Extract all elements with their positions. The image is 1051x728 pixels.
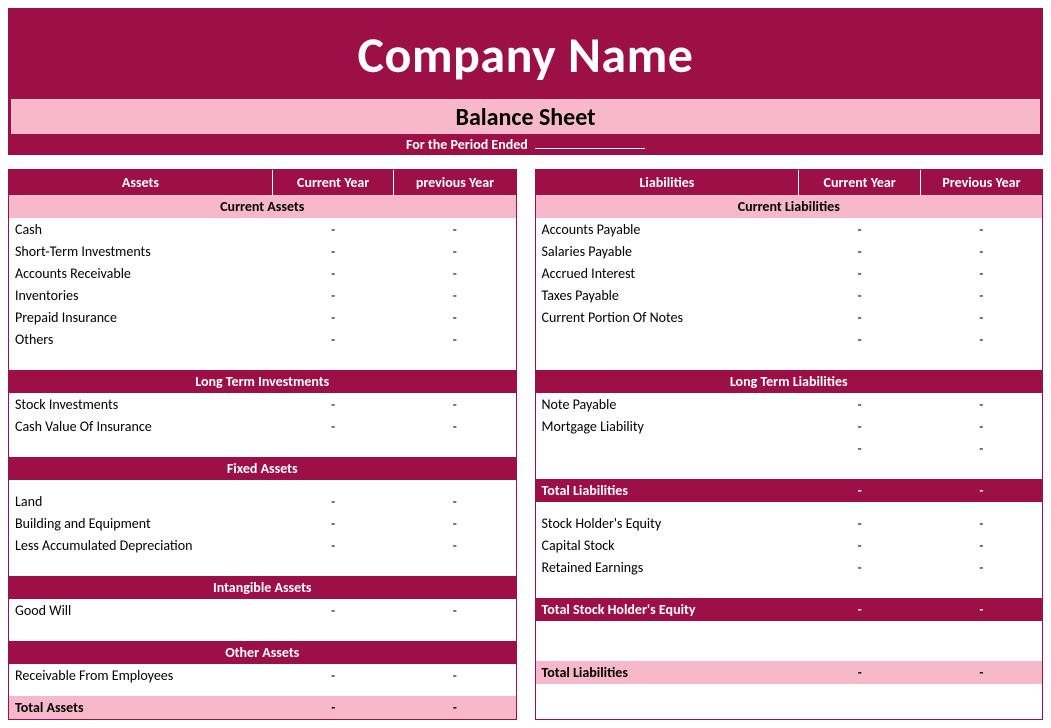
table-row: Short-Term Investments-- xyxy=(9,240,516,262)
liabilities-header-previous: Previous Year xyxy=(920,170,1042,195)
assets-table: Assets Current Year previous Year Curren… xyxy=(9,170,516,719)
liabilities-table: Liabilities Current Year Previous Year C… xyxy=(536,170,1043,684)
table-row: Land-- xyxy=(9,490,516,512)
table-row: Accrued Interest-- xyxy=(536,262,1043,284)
table-row: Salaries Payable-- xyxy=(536,240,1043,262)
table-row: Taxes Payable-- xyxy=(536,284,1043,306)
section-current-liabilities: Current Liabilities xyxy=(536,195,1043,218)
subtitle-bar: Balance Sheet xyxy=(8,99,1043,134)
table-row: Accounts Receivable-- xyxy=(9,262,516,284)
table-row: Mortgage Liability-- xyxy=(536,415,1043,437)
document-subtitle: Balance Sheet xyxy=(11,103,1040,132)
table-row: Prepaid Insurance-- xyxy=(9,306,516,328)
total-liabilities-row: Total Liabilities - - xyxy=(536,479,1043,502)
total-liabilities-final-row: Total Liabilities - - xyxy=(536,661,1043,684)
assets-header-current: Current Year xyxy=(272,170,394,195)
period-label: For the Period Ended xyxy=(406,136,528,153)
table-row: Others-- xyxy=(9,328,516,350)
table-row: -- xyxy=(536,328,1043,350)
company-name-title: Company Name xyxy=(11,25,1040,86)
table-row: Stock Investments-- xyxy=(9,393,516,415)
spacer-row xyxy=(9,621,516,641)
liabilities-header-row: Liabilities Current Year Previous Year xyxy=(536,170,1043,195)
section-intangible-assets: Intangible Assets xyxy=(9,576,516,599)
table-row: Capital Stock-- xyxy=(536,534,1043,556)
table-row: Inventories-- xyxy=(9,284,516,306)
spacer-row xyxy=(536,502,1043,512)
table-row: Note Payable-- xyxy=(536,393,1043,415)
table-row: Current Portion Of Notes-- xyxy=(536,306,1043,328)
spacer-row xyxy=(9,480,516,490)
liabilities-header-label: Liabilities xyxy=(536,170,799,195)
spacer-row xyxy=(536,459,1043,479)
assets-header-label: Assets xyxy=(9,170,272,195)
table-row: Receivable From Employees-- xyxy=(9,664,516,686)
spacer-row xyxy=(536,641,1043,661)
table-row: Stock Holder's Equity-- xyxy=(536,512,1043,534)
spacer-row xyxy=(9,350,516,370)
title-bar: Company Name xyxy=(8,8,1043,99)
assets-column: Assets Current Year previous Year Curren… xyxy=(8,169,517,720)
section-other-assets: Other Assets xyxy=(9,641,516,664)
spacer-row xyxy=(9,686,516,696)
table-row: Accounts Payable-- xyxy=(536,218,1043,240)
total-stockholders-equity-row: Total Stock Holder's Equity - - xyxy=(536,598,1043,621)
table-row: -- xyxy=(536,437,1043,459)
table-row: Less Accumulated Depreciation-- xyxy=(9,534,516,556)
spacer-row xyxy=(536,621,1043,641)
table-row: Cash-- xyxy=(9,218,516,240)
total-assets-row: Total Assets - - xyxy=(9,696,516,719)
table-row: Building and Equipment-- xyxy=(9,512,516,534)
balance-sheet-columns: Assets Current Year previous Year Curren… xyxy=(8,169,1043,720)
spacer-row xyxy=(536,578,1043,598)
assets-header-previous: previous Year xyxy=(394,170,516,195)
liabilities-header-current: Current Year xyxy=(799,170,921,195)
table-row: Good Will-- xyxy=(9,599,516,621)
section-current-assets: Current Assets xyxy=(9,195,516,218)
liabilities-column: Liabilities Current Year Previous Year C… xyxy=(535,169,1044,720)
spacer-row xyxy=(9,437,516,457)
assets-header-row: Assets Current Year previous Year xyxy=(9,170,516,195)
period-bar: For the Period Ended xyxy=(8,134,1043,155)
table-row: Cash Value Of Insurance-- xyxy=(9,415,516,437)
spacer-row xyxy=(9,556,516,576)
period-blank-line[interactable] xyxy=(535,148,645,149)
spacer-row xyxy=(536,350,1043,370)
section-long-term-liabilities: Long Term Liabilities xyxy=(536,370,1043,393)
table-row: Retained Earnings-- xyxy=(536,556,1043,578)
section-fixed-assets: Fixed Assets xyxy=(9,457,516,480)
section-long-term-investments: Long Term Investments xyxy=(9,370,516,393)
